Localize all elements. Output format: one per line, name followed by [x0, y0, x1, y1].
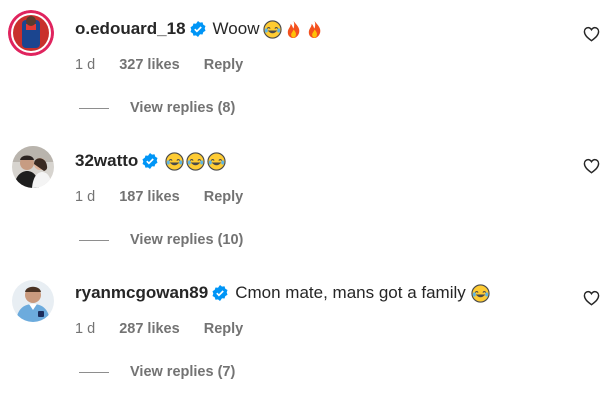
fire-emoji: [305, 20, 324, 39]
divider-line: [79, 239, 109, 241]
reply-button[interactable]: Reply: [204, 189, 244, 205]
laughing-tears-emoji: [186, 152, 205, 171]
comment-time[interactable]: 1 d: [75, 57, 95, 73]
heart-icon[interactable]: [583, 26, 600, 42]
avatar[interactable]: [12, 280, 54, 322]
laughing-tears-emoji: [207, 152, 226, 171]
username[interactable]: ryanmcgowan89: [75, 282, 208, 304]
comment-meta: 1 d 187 likes Reply: [75, 189, 263, 205]
comment-text: Woow: [212, 19, 260, 38]
divider-line: [79, 107, 109, 109]
heart-icon[interactable]: [583, 290, 600, 306]
view-replies-button[interactable]: View replies (7): [79, 364, 235, 380]
reply-button[interactable]: Reply: [204, 57, 244, 73]
heart-icon[interactable]: [583, 158, 600, 174]
comment-time[interactable]: 1 d: [75, 189, 95, 205]
comment-text: Cmon mate, mans got a family: [235, 283, 466, 302]
verified-badge-icon: [212, 285, 228, 301]
fire-emoji: [284, 20, 303, 39]
comment-meta: 1 d 327 likes Reply: [75, 57, 263, 73]
comment-line: 32watto: [75, 150, 228, 172]
comment-item: o.edouard_18 Woow 1 d 327 likes Reply Vi…: [0, 0, 611, 130]
view-replies-button[interactable]: View replies (10): [79, 232, 243, 248]
comment-line: o.edouard_18 Woow: [75, 18, 326, 40]
comment-line: ryanmcgowan89 Cmon mate, mans got a fami…: [75, 282, 492, 304]
laughing-tears-emoji: [263, 20, 283, 39]
comment-time[interactable]: 1 d: [75, 321, 95, 337]
comment-item: ryanmcgowan89 Cmon mate, mans got a fami…: [0, 264, 611, 394]
comment-item: 32watto 1 d 187 likes Reply View replies…: [0, 132, 611, 262]
verified-badge-icon: [142, 153, 158, 169]
laughing-tears-emoji: [471, 284, 490, 303]
likes-count[interactable]: 187 likes: [119, 189, 179, 205]
likes-count[interactable]: 327 likes: [119, 57, 179, 73]
likes-count[interactable]: 287 likes: [119, 321, 179, 337]
avatar[interactable]: [12, 146, 54, 188]
divider-line: [79, 371, 109, 373]
laughing-tears-emoji: [165, 152, 184, 171]
username[interactable]: o.edouard_18: [75, 18, 186, 40]
verified-badge-icon: [190, 21, 206, 37]
username[interactable]: 32watto: [75, 150, 138, 172]
reply-button[interactable]: Reply: [204, 321, 244, 337]
view-replies-label: View replies (8): [130, 100, 236, 116]
view-replies-button[interactable]: View replies (8): [79, 100, 235, 116]
view-replies-label: View replies (7): [130, 364, 236, 380]
comment-meta: 1 d 287 likes Reply: [75, 321, 263, 337]
avatar[interactable]: [8, 10, 54, 56]
view-replies-label: View replies (10): [130, 232, 244, 248]
